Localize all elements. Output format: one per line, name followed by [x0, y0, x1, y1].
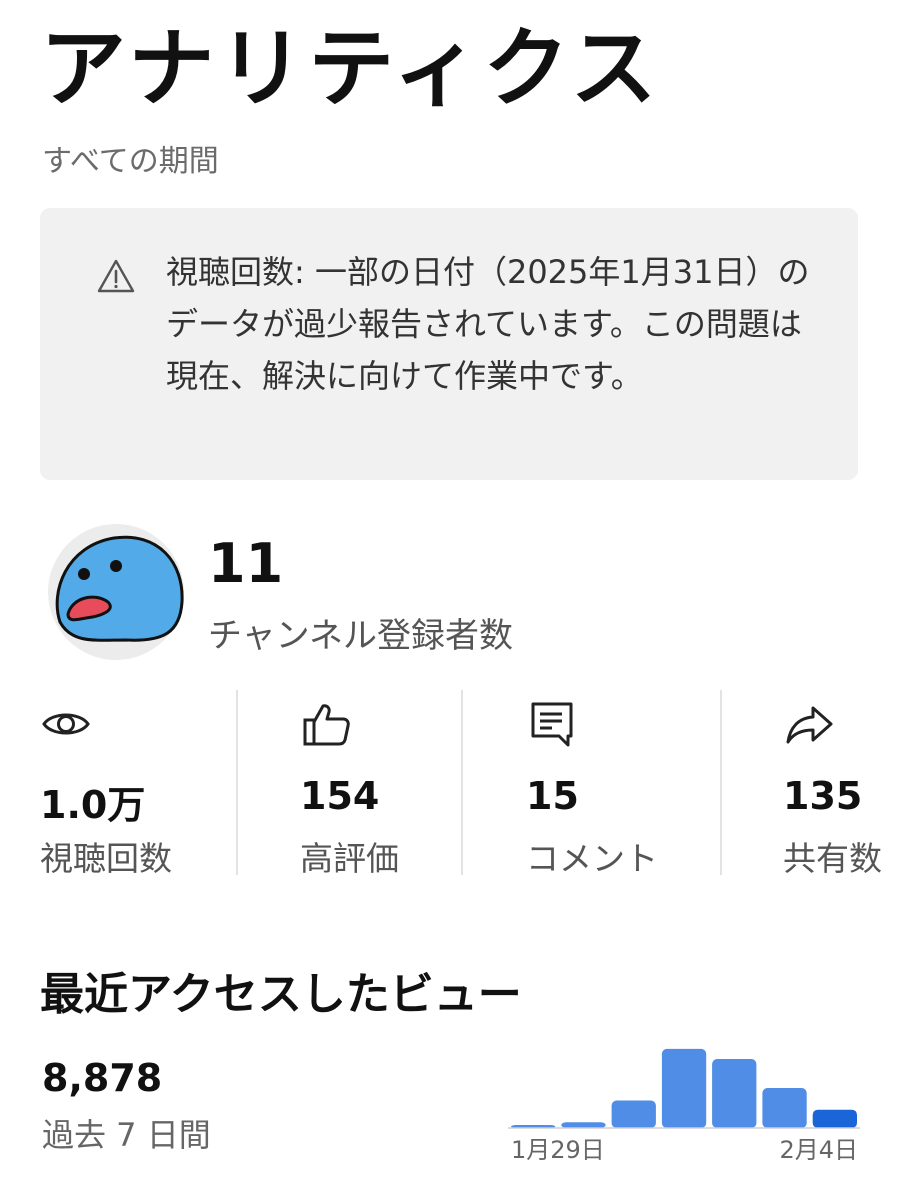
stat-shares[interactable]: 135 共有数 [783, 690, 893, 878]
subscriber-count: 11 [208, 532, 284, 595]
stat-divider [461, 690, 463, 875]
chart-bar[interactable] [712, 1059, 757, 1128]
analytics-page: アナリティクス すべての期間 視聴回数: 一部の日付（2025年1月31日）のデ… [0, 0, 899, 1200]
stat-value: 15 [526, 774, 579, 818]
chart-bar[interactable] [661, 1048, 707, 1128]
channel-avatar[interactable] [46, 522, 186, 662]
stat-label: 高評価 [300, 839, 399, 878]
stat-value: 135 [783, 774, 863, 818]
chart-tick-label: 2月4日 [779, 1136, 858, 1164]
chart-bar[interactable] [611, 1100, 656, 1129]
recent-views-title: 最近アクセスしたビュー [40, 969, 522, 1020]
data-notice-banner: 視聴回数: 一部の日付（2025年1月31日）のデータが過少報告されています。こ… [40, 208, 858, 480]
page-title: アナリティクス [40, 19, 661, 119]
stat-divider [236, 690, 238, 875]
eye-icon [42, 713, 90, 735]
recent-views-count: 8,878 [42, 1056, 163, 1100]
stat-likes[interactable]: 154 高評価 [300, 690, 450, 878]
stat-comments[interactable]: 15 コメント [526, 690, 706, 878]
chart-bar[interactable] [762, 1088, 807, 1128]
notice-text: 視聴回数: 一部の日付（2025年1月31日）のデータが過少報告されています。こ… [166, 253, 810, 395]
stat-views[interactable]: 1.0万 視聴回数 [40, 690, 230, 878]
stat-label: 共有数 [783, 839, 882, 878]
recent-views-chart[interactable]: 1月29日 2月4日 [508, 1040, 860, 1170]
stat-label: コメント [526, 839, 658, 878]
chart-tick-label: 1月29日 [511, 1136, 605, 1164]
recent-views-period: 過去 7 日間 [42, 1116, 211, 1154]
subscriber-label: チャンネル登録者数 [208, 616, 513, 656]
period-selector[interactable]: すべての期間 [42, 136, 219, 180]
chart-bar[interactable] [812, 1109, 857, 1128]
comment-icon [531, 702, 573, 747]
warning-icon [97, 259, 135, 293]
stat-divider [720, 690, 722, 875]
thumbs-up-icon [303, 704, 350, 746]
stat-value: 154 [300, 774, 380, 818]
share-icon [786, 706, 833, 744]
chart-bar[interactable] [561, 1122, 606, 1128]
stat-value: 1.0万 [40, 783, 146, 827]
stat-label: 視聴回数 [40, 839, 172, 878]
